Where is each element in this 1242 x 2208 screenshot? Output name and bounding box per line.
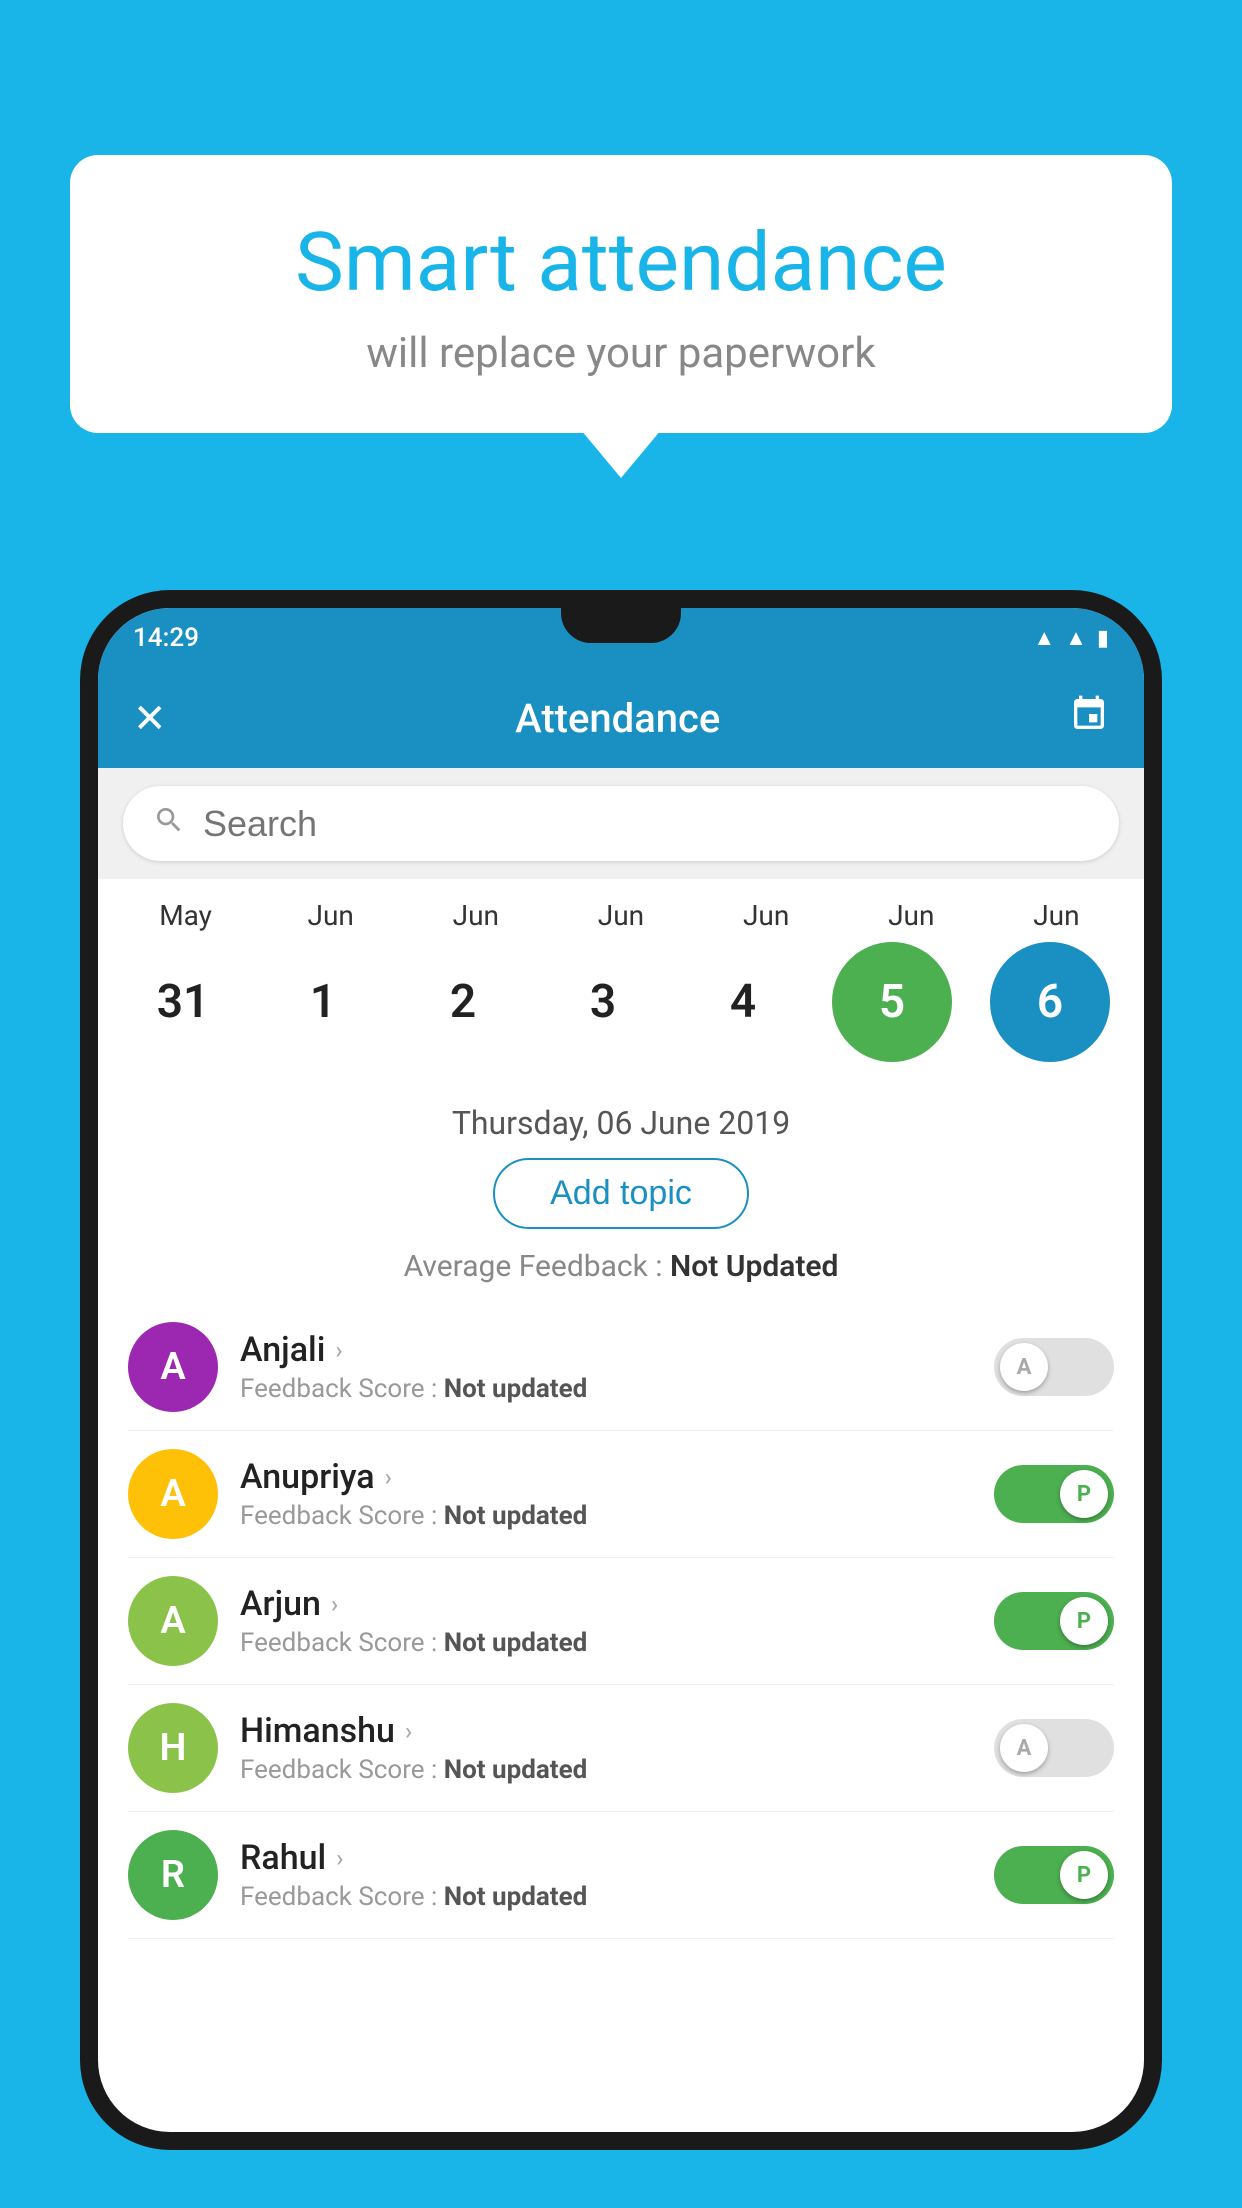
- calendar-date-item[interactable]: 6: [990, 942, 1110, 1062]
- chevron-icon: ›: [385, 1463, 392, 1491]
- student-feedback: Feedback Score : Not updated: [240, 1628, 994, 1658]
- content-area: Thursday, 06 June 2019 Add topic Average…: [98, 1082, 1144, 1939]
- student-row[interactable]: AAnjali ›Feedback Score : Not updatedA: [128, 1304, 1114, 1431]
- signal-icon: ▲: [1065, 625, 1087, 651]
- bubble-title: Smart attendance: [120, 215, 1122, 311]
- student-info: Anupriya › Feedback Score : Not updated: [240, 1457, 994, 1531]
- student-avatar: A: [128, 1322, 218, 1412]
- calendar-date-item[interactable]: 2: [393, 975, 533, 1029]
- close-button[interactable]: ✕: [133, 695, 167, 742]
- student-info: Anjali › Feedback Score : Not updated: [240, 1330, 994, 1404]
- student-feedback: Feedback Score : Not updated: [240, 1374, 994, 1404]
- student-name: Anjali ›: [240, 1330, 994, 1370]
- toggle-knob: P: [1060, 1851, 1108, 1899]
- phone-container: 14:29 ▲ ▲ ▮ ✕ Attendance: [80, 590, 1162, 2208]
- speech-bubble: Smart attendance will replace your paper…: [70, 155, 1172, 433]
- search-bar[interactable]: [123, 786, 1119, 861]
- average-feedback: Average Feedback : Not Updated: [123, 1249, 1119, 1284]
- calendar-months: MayJunJunJunJunJunJun: [108, 899, 1134, 932]
- student-row[interactable]: A Arjun › Feedback Score : Not updated P: [128, 1558, 1114, 1685]
- calendar-dates[interactable]: 31123456: [108, 932, 1134, 1072]
- calendar-month-label: Jun: [696, 899, 836, 932]
- calendar-icon[interactable]: [1069, 694, 1109, 743]
- attendance-toggle[interactable]: P: [994, 1592, 1114, 1650]
- phone-screen: 14:29 ▲ ▲ ▮ ✕ Attendance: [98, 608, 1144, 2132]
- student-avatar: R: [128, 1830, 218, 1920]
- toggle-knob: A: [1000, 1343, 1048, 1391]
- phone-frame: 14:29 ▲ ▲ ▮ ✕ Attendance: [80, 590, 1162, 2150]
- toggle-knob: P: [1060, 1597, 1108, 1645]
- search-icon: [153, 804, 185, 844]
- add-topic-button[interactable]: Add topic: [493, 1158, 749, 1229]
- student-name: Anupriya ›: [240, 1457, 994, 1497]
- search-input[interactable]: [203, 803, 1089, 845]
- wifi-icon: ▲: [1033, 625, 1055, 651]
- student-list: AAnjali ›Feedback Score : Not updatedAAA…: [123, 1304, 1119, 1939]
- calendar-month-label: Jun: [261, 899, 401, 932]
- calendar-date-item[interactable]: 4: [673, 975, 813, 1029]
- student-info: Himanshu › Feedback Score : Not updated: [240, 1711, 994, 1785]
- student-name: Himanshu ›: [240, 1711, 994, 1751]
- search-container: [98, 768, 1144, 879]
- calendar-month-label: Jun: [841, 899, 981, 932]
- attendance-toggle[interactable]: A: [994, 1338, 1114, 1396]
- student-avatar: A: [128, 1449, 218, 1539]
- date-display: Thursday, 06 June 2019: [123, 1082, 1119, 1158]
- calendar-date-item[interactable]: 5: [832, 942, 952, 1062]
- attendance-toggle[interactable]: P: [994, 1465, 1114, 1523]
- speech-bubble-container: Smart attendance will replace your paper…: [70, 155, 1172, 433]
- student-row[interactable]: H Himanshu › Feedback Score : Not updatedA: [128, 1685, 1114, 1812]
- student-feedback: Feedback Score : Not updated: [240, 1755, 994, 1785]
- calendar-date-item[interactable]: 3: [533, 975, 673, 1029]
- toggle-knob: P: [1060, 1470, 1108, 1518]
- calendar-month-label: Jun: [986, 899, 1126, 932]
- app-bar-title: Attendance: [197, 695, 1039, 742]
- student-avatar: H: [128, 1703, 218, 1793]
- student-feedback: Feedback Score : Not updated: [240, 1882, 994, 1912]
- student-avatar: A: [128, 1576, 218, 1666]
- calendar-month-label: Jun: [551, 899, 691, 932]
- status-time: 14:29: [133, 623, 199, 653]
- calendar-month-label: Jun: [406, 899, 546, 932]
- chevron-icon: ›: [331, 1590, 338, 1618]
- attendance-toggle[interactable]: P: [994, 1846, 1114, 1904]
- student-row[interactable]: A Anupriya › Feedback Score : Not updated P: [128, 1431, 1114, 1558]
- calendar-month-label: May: [116, 899, 256, 932]
- bubble-subtitle: will replace your paperwork: [120, 329, 1122, 378]
- toggle-knob: A: [1000, 1724, 1048, 1772]
- calendar-date-item[interactable]: 1: [253, 975, 393, 1029]
- chevron-icon: ›: [335, 1336, 342, 1364]
- phone-notch: [561, 608, 681, 643]
- status-icons: ▲ ▲ ▮: [1033, 625, 1109, 651]
- calendar-strip: MayJunJunJunJunJunJun 31123456: [98, 879, 1144, 1082]
- student-info: Arjun › Feedback Score : Not updated: [240, 1584, 994, 1658]
- student-name: Arjun ›: [240, 1584, 994, 1624]
- student-name: Rahul ›: [240, 1838, 994, 1878]
- student-info: Rahul › Feedback Score : Not updated: [240, 1838, 994, 1912]
- student-row[interactable]: R Rahul › Feedback Score : Not updated P: [128, 1812, 1114, 1939]
- app-bar: ✕ Attendance: [98, 668, 1144, 768]
- chevron-icon: ›: [336, 1844, 343, 1872]
- student-feedback: Feedback Score : Not updated: [240, 1501, 994, 1531]
- battery-icon: ▮: [1097, 626, 1109, 651]
- chevron-icon: ›: [405, 1717, 412, 1745]
- attendance-toggle[interactable]: A: [994, 1719, 1114, 1777]
- calendar-date-item[interactable]: 31: [113, 975, 253, 1029]
